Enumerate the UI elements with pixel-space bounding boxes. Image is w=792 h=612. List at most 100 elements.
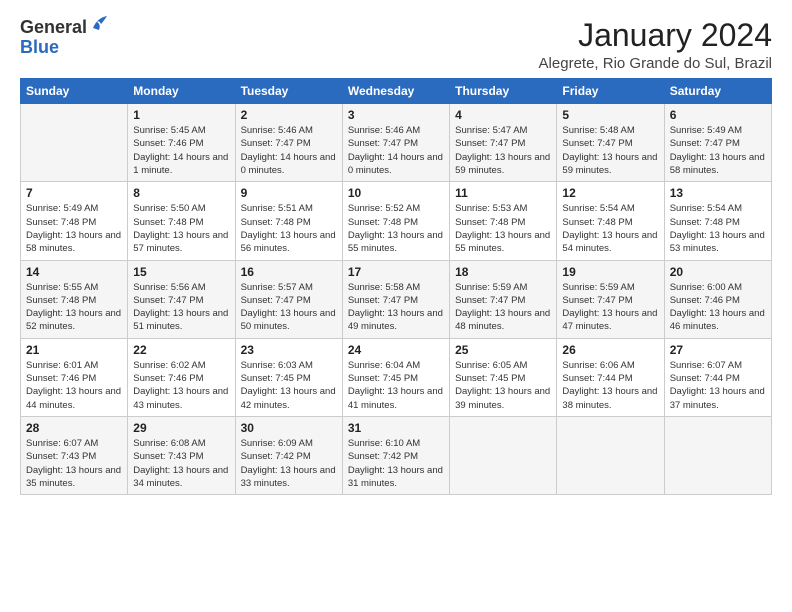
cell-info: Sunrise: 5:46 AMSunset: 7:47 PMDaylight:… xyxy=(241,125,336,176)
day-number: 25 xyxy=(455,343,551,357)
column-header-monday: Monday xyxy=(128,79,235,104)
calendar-cell: 5 Sunrise: 5:48 AMSunset: 7:47 PMDaylight… xyxy=(557,104,664,182)
calendar-cell: 23 Sunrise: 6:03 AMSunset: 7:45 PMDayligh… xyxy=(235,338,342,416)
day-number: 29 xyxy=(133,421,229,435)
cell-info: Sunrise: 5:53 AMSunset: 7:48 PMDaylight:… xyxy=(455,203,550,254)
day-number: 18 xyxy=(455,265,551,279)
logo-general: General xyxy=(20,18,87,38)
calendar-cell: 25Sunrise: 6:05 AMSunset: 7:45 PMDayligh… xyxy=(450,338,557,416)
calendar-cell: 14Sunrise: 5:55 AMSunset: 7:48 PMDayligh… xyxy=(21,260,128,338)
day-number: 23 xyxy=(241,343,337,357)
day-number: 9 xyxy=(241,186,337,200)
calendar-cell xyxy=(450,416,557,494)
cell-info: Sunrise: 5:48 AMSunset: 7:47 PMDaylight:… xyxy=(562,125,657,176)
cell-info: Sunrise: 5:55 AMSunset: 7:48 PMDaylight:… xyxy=(26,282,121,333)
day-number: 5 xyxy=(562,108,658,122)
calendar-cell: 8Sunrise: 5:50 AMSunset: 7:48 PMDaylight… xyxy=(128,182,235,260)
cell-info: Sunrise: 6:02 AMSunset: 7:46 PMDaylight:… xyxy=(133,360,228,411)
calendar-table: SundayMondayTuesdayWednesdayThursdayFrid… xyxy=(20,78,772,495)
page-container: General Blue January 2024 Alegrete, Rio … xyxy=(0,0,792,505)
calendar-cell: 31Sunrise: 6:10 AMSunset: 7:42 PMDayligh… xyxy=(342,416,449,494)
calendar-cell: 9 Sunrise: 5:51 AMSunset: 7:48 PMDaylight… xyxy=(235,182,342,260)
cell-info: Sunrise: 5:49 AMSunset: 7:48 PMDaylight:… xyxy=(26,203,121,254)
cell-info: Sunrise: 5:45 AMSunset: 7:46 PMDaylight:… xyxy=(133,125,228,176)
day-number: 22 xyxy=(133,343,229,357)
day-number: 13 xyxy=(670,186,766,200)
calendar-cell: 16Sunrise: 5:57 AMSunset: 7:47 PMDayligh… xyxy=(235,260,342,338)
cell-info: Sunrise: 6:07 AMSunset: 7:43 PMDaylight:… xyxy=(26,438,121,489)
calendar-cell: 11 Sunrise: 5:53 AMSunset: 7:48 PMDayligh… xyxy=(450,182,557,260)
calendar-cell: 4 Sunrise: 5:47 AMSunset: 7:47 PMDaylight… xyxy=(450,104,557,182)
day-number: 1 xyxy=(133,108,229,122)
cell-info: Sunrise: 6:06 AMSunset: 7:44 PMDaylight:… xyxy=(562,360,657,411)
cell-info: Sunrise: 5:59 AMSunset: 7:47 PMDaylight:… xyxy=(455,282,550,333)
day-number: 2 xyxy=(241,108,337,122)
calendar-cell: 12Sunrise: 5:54 AMSunset: 7:48 PMDayligh… xyxy=(557,182,664,260)
day-number: 21 xyxy=(26,343,122,357)
cell-info: Sunrise: 5:50 AMSunset: 7:48 PMDaylight:… xyxy=(133,203,228,254)
calendar-cell: 7Sunrise: 5:49 AMSunset: 7:48 PMDaylight… xyxy=(21,182,128,260)
location: Alegrete, Rio Grande do Sul, Brazil xyxy=(539,55,772,72)
day-number: 27 xyxy=(670,343,766,357)
cell-info: Sunrise: 5:54 AMSunset: 7:48 PMDaylight:… xyxy=(670,203,765,254)
day-number: 20 xyxy=(670,265,766,279)
calendar-cell: 27 Sunrise: 6:07 AMSunset: 7:44 PMDayligh… xyxy=(664,338,771,416)
logo-blue: Blue xyxy=(20,37,59,57)
cell-info: Sunrise: 5:56 AMSunset: 7:47 PMDaylight:… xyxy=(133,282,228,333)
calendar-cell: 28 Sunrise: 6:07 AMSunset: 7:43 PMDayligh… xyxy=(21,416,128,494)
calendar-cell: 2 Sunrise: 5:46 AMSunset: 7:47 PMDaylight… xyxy=(235,104,342,182)
day-number: 28 xyxy=(26,421,122,435)
day-number: 24 xyxy=(348,343,444,357)
calendar-cell: 30Sunrise: 6:09 AMSunset: 7:42 PMDayligh… xyxy=(235,416,342,494)
calendar-cell xyxy=(557,416,664,494)
week-row-4: 21 Sunrise: 6:01 AMSunset: 7:46 PMDayligh… xyxy=(21,338,772,416)
calendar-cell: 26Sunrise: 6:06 AMSunset: 7:44 PMDayligh… xyxy=(557,338,664,416)
cell-info: Sunrise: 6:01 AMSunset: 7:46 PMDaylight:… xyxy=(26,360,121,411)
day-number: 3 xyxy=(348,108,444,122)
logo: General Blue xyxy=(20,18,111,58)
day-number: 11 xyxy=(455,186,551,200)
day-number: 6 xyxy=(670,108,766,122)
calendar-cell: 20 Sunrise: 6:00 AMSunset: 7:46 PMDayligh… xyxy=(664,260,771,338)
day-number: 10 xyxy=(348,186,444,200)
column-header-tuesday: Tuesday xyxy=(235,79,342,104)
cell-info: Sunrise: 5:58 AMSunset: 7:47 PMDaylight:… xyxy=(348,282,443,333)
calendar-cell: 21 Sunrise: 6:01 AMSunset: 7:46 PMDayligh… xyxy=(21,338,128,416)
cell-info: Sunrise: 6:08 AMSunset: 7:43 PMDaylight:… xyxy=(133,438,228,489)
day-number: 19 xyxy=(562,265,658,279)
calendar-cell: 18 Sunrise: 5:59 AMSunset: 7:47 PMDayligh… xyxy=(450,260,557,338)
cell-info: Sunrise: 5:52 AMSunset: 7:48 PMDaylight:… xyxy=(348,203,443,254)
cell-info: Sunrise: 6:07 AMSunset: 7:44 PMDaylight:… xyxy=(670,360,765,411)
column-header-saturday: Saturday xyxy=(664,79,771,104)
calendar-cell: 22 Sunrise: 6:02 AMSunset: 7:46 PMDayligh… xyxy=(128,338,235,416)
cell-info: Sunrise: 5:47 AMSunset: 7:47 PMDaylight:… xyxy=(455,125,550,176)
cell-info: Sunrise: 5:54 AMSunset: 7:48 PMDaylight:… xyxy=(562,203,657,254)
cell-info: Sunrise: 5:49 AMSunset: 7:47 PMDaylight:… xyxy=(670,125,765,176)
calendar-cell: 15 Sunrise: 5:56 AMSunset: 7:47 PMDayligh… xyxy=(128,260,235,338)
cell-info: Sunrise: 6:09 AMSunset: 7:42 PMDaylight:… xyxy=(241,438,336,489)
cell-info: Sunrise: 6:03 AMSunset: 7:45 PMDaylight:… xyxy=(241,360,336,411)
column-header-wednesday: Wednesday xyxy=(342,79,449,104)
cell-info: Sunrise: 5:46 AMSunset: 7:47 PMDaylight:… xyxy=(348,125,443,176)
cell-info: Sunrise: 5:59 AMSunset: 7:47 PMDaylight:… xyxy=(562,282,657,333)
calendar-cell: 29 Sunrise: 6:08 AMSunset: 7:43 PMDayligh… xyxy=(128,416,235,494)
cell-info: Sunrise: 6:10 AMSunset: 7:42 PMDaylight:… xyxy=(348,438,443,489)
calendar-cell: 24Sunrise: 6:04 AMSunset: 7:45 PMDayligh… xyxy=(342,338,449,416)
cell-info: Sunrise: 6:00 AMSunset: 7:46 PMDaylight:… xyxy=(670,282,765,333)
week-row-1: 1 Sunrise: 5:45 AMSunset: 7:46 PMDaylight… xyxy=(21,104,772,182)
calendar-cell: 13 Sunrise: 5:54 AMSunset: 7:48 PMDayligh… xyxy=(664,182,771,260)
day-number: 15 xyxy=(133,265,229,279)
calendar-cell xyxy=(664,416,771,494)
logo-bird-icon xyxy=(89,12,111,34)
calendar-cell xyxy=(21,104,128,182)
day-number: 4 xyxy=(455,108,551,122)
calendar-cell: 17 Sunrise: 5:58 AMSunset: 7:47 PMDayligh… xyxy=(342,260,449,338)
calendar-cell: 3 Sunrise: 5:46 AMSunset: 7:47 PMDaylight… xyxy=(342,104,449,182)
week-row-5: 28 Sunrise: 6:07 AMSunset: 7:43 PMDayligh… xyxy=(21,416,772,494)
calendar-cell: 1 Sunrise: 5:45 AMSunset: 7:46 PMDaylight… xyxy=(128,104,235,182)
cell-info: Sunrise: 5:51 AMSunset: 7:48 PMDaylight:… xyxy=(241,203,336,254)
day-number: 17 xyxy=(348,265,444,279)
day-number: 16 xyxy=(241,265,337,279)
column-header-thursday: Thursday xyxy=(450,79,557,104)
header-row-days: SundayMondayTuesdayWednesdayThursdayFrid… xyxy=(21,79,772,104)
